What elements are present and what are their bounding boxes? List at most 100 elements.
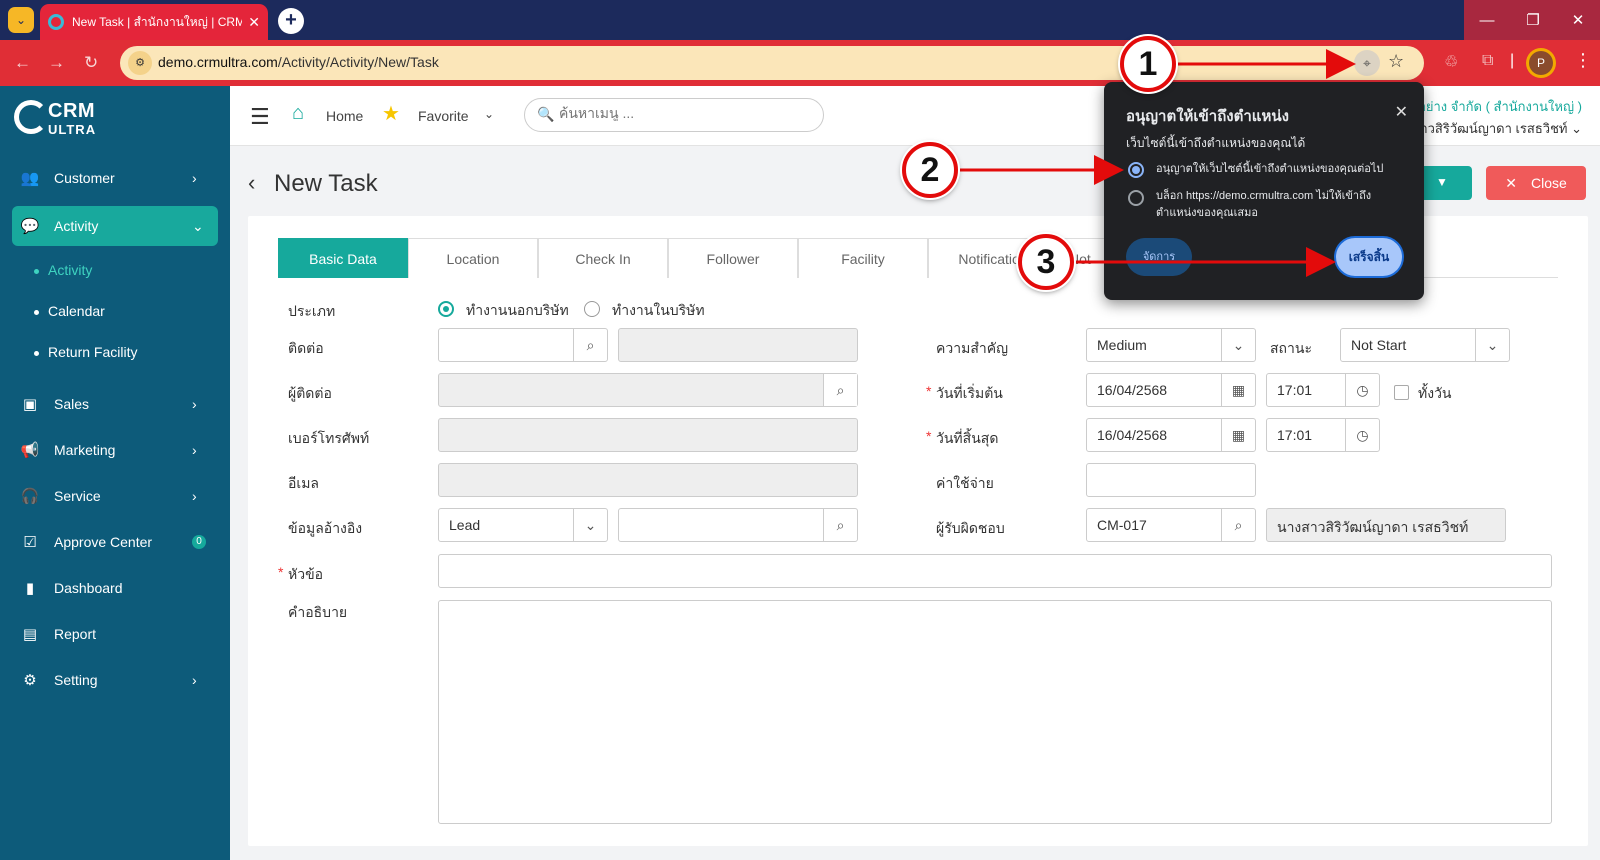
tab-basic-data[interactable]: Basic Data bbox=[278, 238, 408, 278]
home-link[interactable]: Home bbox=[326, 108, 363, 124]
bookmark-star-icon[interactable]: ☆ bbox=[1388, 51, 1404, 72]
start-time-field[interactable]: 17:01 ◷ bbox=[1266, 373, 1380, 407]
recycle-icon[interactable]: ♲ bbox=[1444, 52, 1458, 72]
browser-toolbar: ← → ↻ ⚙ demo.crmultra.com/Activity/Activ… bbox=[0, 40, 1600, 86]
close-button[interactable]: ✕ Close bbox=[1486, 166, 1586, 200]
window-close-icon[interactable]: ✕ bbox=[1556, 0, 1600, 40]
address-bar[interactable]: ⚙ demo.crmultra.com/Activity/Activity/Ne… bbox=[120, 46, 1424, 80]
done-button[interactable]: เสร็จสิ้น bbox=[1334, 236, 1404, 278]
subject-label: หัวข้อ bbox=[278, 564, 323, 586]
status-value: Not Start bbox=[1351, 337, 1407, 353]
location-pin-icon[interactable]: ⌖ bbox=[1354, 50, 1380, 76]
clock-icon[interactable]: ◷ bbox=[1345, 374, 1379, 406]
all-day-label[interactable]: ทั้งวัน bbox=[1418, 383, 1452, 405]
sidebar-item-setting[interactable]: ⚙ Setting › bbox=[12, 660, 218, 700]
sidebar-item-customer[interactable]: 👥 Customer › bbox=[12, 158, 218, 198]
page-title: New Task bbox=[274, 170, 378, 197]
sidebar-item-service[interactable]: 🎧 Service › bbox=[12, 476, 218, 516]
sidebar-item-sales[interactable]: ▣ Sales › bbox=[12, 384, 218, 424]
end-date-field[interactable]: 16/04/2568 ▦ bbox=[1086, 418, 1256, 452]
contact-person-field[interactable]: ⌕ bbox=[438, 373, 858, 407]
type-outside-label[interactable]: ทำงานนอกบริษัท bbox=[466, 300, 569, 322]
search-icon[interactable]: ⌕ bbox=[823, 509, 857, 541]
type-inside-radio[interactable] bbox=[584, 301, 600, 317]
end-time-field[interactable]: 17:01 ◷ bbox=[1266, 418, 1380, 452]
sidebar-subitem-calendar[interactable]: Calendar bbox=[34, 303, 105, 319]
hamburger-menu-icon[interactable]: ☰ bbox=[250, 104, 270, 130]
sidebar-subitem-activity[interactable]: Activity bbox=[33, 262, 92, 278]
cost-field[interactable] bbox=[1086, 463, 1256, 497]
url-path: /Activity/Activity/New/Task bbox=[277, 54, 439, 70]
clock-icon[interactable]: ◷ bbox=[1345, 419, 1379, 451]
back-arrow-icon[interactable]: ← bbox=[14, 53, 31, 73]
description-label: คำอธิบาย bbox=[288, 604, 348, 620]
home-icon[interactable]: ⌂ bbox=[292, 102, 304, 125]
favorite-star-icon[interactable]: ★ bbox=[382, 101, 400, 126]
sidebar-item-approve-center[interactable]: ☑ Approve Center 0 bbox=[12, 522, 218, 562]
chevron-down-icon: ⌄ bbox=[1221, 329, 1255, 361]
phone-field bbox=[438, 418, 858, 452]
allow-location-radio[interactable] bbox=[1128, 162, 1144, 178]
manage-button[interactable]: จัดการ bbox=[1126, 238, 1192, 276]
company-name[interactable]: อย่าง จำกัด ( สำนักงานใหญ่ ) bbox=[1418, 96, 1582, 117]
forward-arrow-icon[interactable]: → bbox=[48, 53, 65, 73]
tab-follower[interactable]: Follower bbox=[668, 238, 798, 278]
subject-field[interactable] bbox=[438, 554, 1552, 588]
type-outside-radio[interactable] bbox=[438, 301, 454, 317]
window-restore-icon[interactable]: ❐ bbox=[1510, 0, 1556, 40]
tab-search-chevron-icon[interactable]: ⌄ bbox=[8, 7, 34, 33]
type-inside-label[interactable]: ทำงานในบริษัท bbox=[612, 300, 705, 322]
tab-location[interactable]: Location bbox=[408, 238, 538, 278]
block-location-label[interactable]: บล็อก https://demo.crmultra.com ไม่ให้เข… bbox=[1156, 188, 1386, 222]
contact-field[interactable]: ⌕ bbox=[438, 328, 608, 362]
extensions-puzzle-icon[interactable]: ⧉ bbox=[1482, 52, 1493, 70]
search-icon[interactable]: ⌕ bbox=[1221, 509, 1255, 541]
priority-select[interactable]: Medium ⌄ bbox=[1086, 328, 1256, 362]
sidebar-subitem-return-facility[interactable]: Return Facility bbox=[33, 344, 137, 360]
calendar-icon[interactable]: ▦ bbox=[1221, 374, 1255, 406]
calendar-icon[interactable]: ▦ bbox=[1221, 419, 1255, 451]
type-label: ประเภท bbox=[288, 303, 336, 319]
logo-ring-icon bbox=[14, 100, 48, 134]
user-name[interactable]: าวสิริวัฒน์ญาดา เรสธวิชท์ ⌄ bbox=[1420, 118, 1582, 139]
headset-icon: 🎧 bbox=[20, 488, 40, 505]
reload-icon[interactable]: ↻ bbox=[84, 53, 98, 73]
site-settings-icon[interactable]: ⚙ bbox=[128, 51, 152, 75]
all-day-checkbox[interactable] bbox=[1394, 385, 1409, 400]
start-date-field[interactable]: 16/04/2568 ▦ bbox=[1086, 373, 1256, 407]
sidebar-item-label: Customer bbox=[54, 170, 115, 186]
block-location-radio[interactable] bbox=[1128, 190, 1144, 206]
menu-search-input[interactable] bbox=[559, 105, 809, 121]
status-select[interactable]: Not Start ⌄ bbox=[1340, 328, 1510, 362]
chevron-down-icon[interactable]: ⌄ bbox=[484, 107, 494, 121]
back-chevron-icon[interactable]: ‹ bbox=[248, 170, 255, 196]
popup-close-icon[interactable]: ✕ bbox=[1395, 102, 1408, 122]
end-time-value: 17:01 bbox=[1277, 427, 1313, 443]
url-text[interactable]: demo.crmultra.com/Activity/Activity/New/… bbox=[158, 54, 439, 70]
tab-close-icon[interactable]: ✕ bbox=[248, 14, 260, 31]
reference-search-field[interactable]: ⌕ bbox=[618, 508, 858, 542]
sidebar-item-marketing[interactable]: 📢 Marketing › bbox=[12, 430, 218, 470]
search-icon[interactable]: ⌕ bbox=[573, 329, 607, 361]
more-menu-icon[interactable]: ⋮ bbox=[1574, 50, 1592, 71]
start-date-value: 16/04/2568 bbox=[1097, 382, 1168, 398]
owner-code-field[interactable]: CM-017 ⌕ bbox=[1086, 508, 1256, 542]
allow-location-label[interactable]: อนุญาตให้เว็บไซต์นี้เข้าถึงตำแหน่งของคุณ… bbox=[1156, 161, 1406, 178]
priority-value: Medium bbox=[1097, 337, 1147, 353]
tab-check-in[interactable]: Check In bbox=[538, 238, 668, 278]
new-tab-plus-icon[interactable]: + bbox=[278, 8, 304, 34]
tab-facility[interactable]: Facility bbox=[798, 238, 928, 278]
chat-icon: 💬 bbox=[20, 218, 40, 235]
browser-tab-bar: ⌄ New Task | สำนักงานใหญ่ | CRM U ✕ + — … bbox=[0, 0, 1600, 40]
sidebar-item-dashboard[interactable]: ▮ Dashboard bbox=[12, 568, 218, 608]
favorite-link[interactable]: Favorite bbox=[418, 108, 469, 124]
description-textarea[interactable] bbox=[438, 600, 1552, 824]
chevron-right-icon: › bbox=[192, 170, 197, 186]
browser-tab[interactable]: New Task | สำนักงานใหญ่ | CRM U ✕ bbox=[40, 4, 268, 40]
reference-select[interactable]: Lead ⌄ bbox=[438, 508, 608, 542]
profile-avatar[interactable]: P bbox=[1526, 48, 1556, 78]
sidebar-item-report[interactable]: ▤ Report bbox=[12, 614, 218, 654]
sidebar-item-activity[interactable]: 💬 Activity ⌄ bbox=[12, 206, 218, 246]
window-minimize-icon[interactable]: — bbox=[1464, 0, 1510, 40]
search-icon[interactable]: ⌕ bbox=[823, 374, 857, 406]
